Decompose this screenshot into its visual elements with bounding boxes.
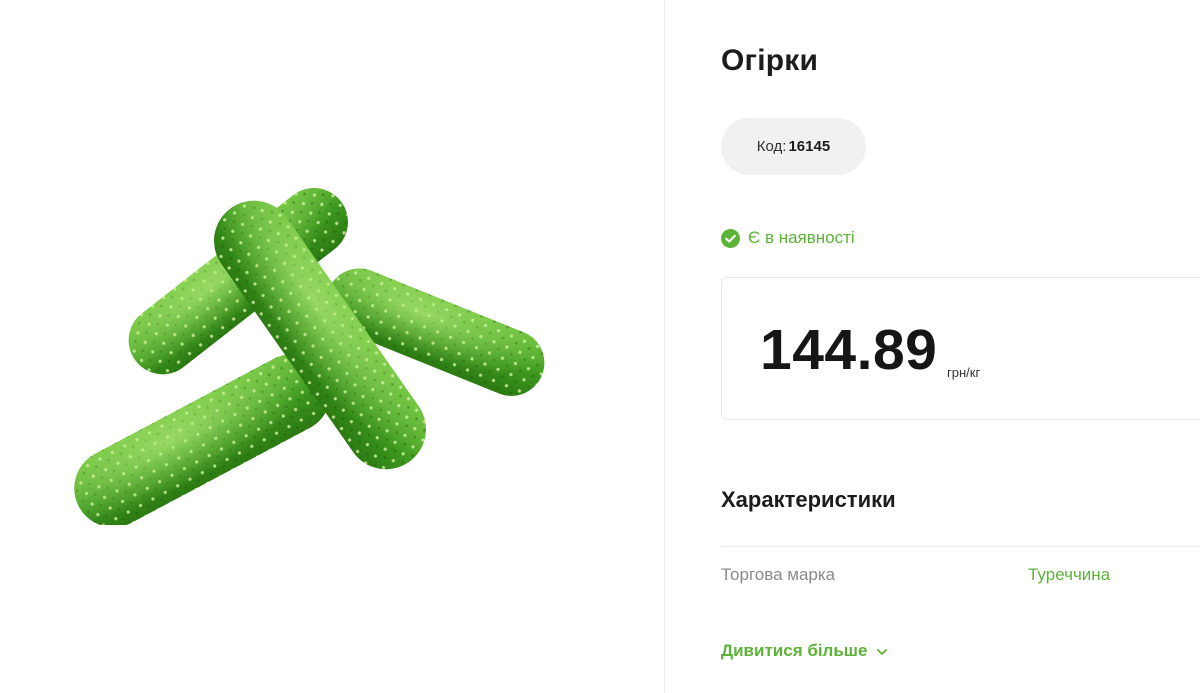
see-more-button[interactable]: Дивитися більше xyxy=(721,641,888,661)
spec-label-brand: Торгова марка xyxy=(721,565,836,584)
price-unit: грн/кг xyxy=(947,365,981,380)
product-code-value: 16145 xyxy=(788,138,831,155)
specs-divider xyxy=(721,546,1200,547)
check-circle-icon xyxy=(721,228,740,248)
product-code-label: Код: xyxy=(756,138,787,155)
product-gallery xyxy=(0,0,665,693)
see-more-label: Дивитися більше xyxy=(721,641,868,660)
specs-title: Характеристики xyxy=(721,487,896,512)
price-panel: 144.89 грн/кг xyxy=(721,277,1200,420)
chevron-down-icon xyxy=(877,649,888,655)
product-page: Огірки Код: 16145 Є в наявності 144.89 г… xyxy=(0,0,1200,693)
availability-status: Є в наявності xyxy=(721,228,855,248)
product-title: Огірки xyxy=(721,44,819,77)
product-code-badge: Код: 16145 xyxy=(721,118,866,175)
availability-text: Є в наявності xyxy=(748,228,855,247)
spec-value-brand-link[interactable]: Туреччина xyxy=(1028,565,1110,585)
price-amount: 144.89 xyxy=(760,318,938,382)
product-info: Огірки Код: 16145 Є в наявності 144.89 г… xyxy=(665,0,1200,693)
product-image[interactable] xyxy=(55,175,555,525)
